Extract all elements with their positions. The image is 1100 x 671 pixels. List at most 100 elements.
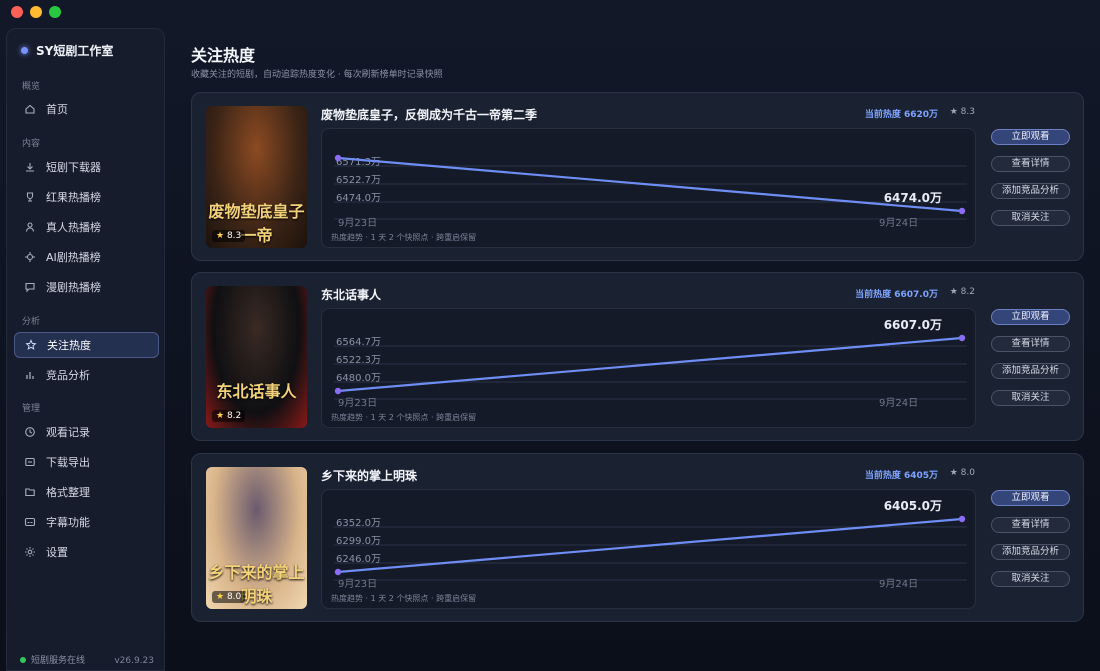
page-title: 关注热度 xyxy=(191,46,256,65)
star-icon xyxy=(25,339,37,351)
brand-dot-icon xyxy=(21,47,28,54)
add-competitor-button[interactable]: 添加竞品分析 xyxy=(991,544,1070,560)
service-status-text: 短剧服务在线 xyxy=(31,656,86,666)
end-value-label: 6405.0万 xyxy=(884,499,942,513)
app-version: v26.9.23 xyxy=(114,656,154,666)
subtitle-icon xyxy=(24,516,36,528)
drama-title: 乡下来的掌上明珠 xyxy=(321,469,418,483)
data-point xyxy=(958,515,966,523)
gear-icon xyxy=(24,546,36,558)
poster-rating-badge: ★ 8.2 xyxy=(212,410,246,422)
sidebar-item-trophy[interactable]: 红果热播榜 xyxy=(14,184,159,210)
view-details-button[interactable]: 查看详情 xyxy=(991,336,1070,352)
poster-rating: 8.2 xyxy=(226,411,242,421)
watch-now-button[interactable]: 立即观看 xyxy=(991,490,1070,506)
card-actions: 立即观看 查看详情 添加竞品分析 取消关注 xyxy=(991,490,1070,587)
current-heat: 当前热度 6620万 xyxy=(864,110,938,120)
app-window: SY短剧工作室 概览 首页 内容 短剧下载器 红果热播榜 真人热播榜 AI剧热播榜 漫剧热播榜… xyxy=(0,0,1100,671)
add-competitor-button[interactable]: 添加竞品分析 xyxy=(991,183,1070,199)
x-tick-label: 9月24日 xyxy=(879,397,918,409)
sidebar-item-home[interactable]: 首页 xyxy=(14,96,159,122)
drama-poster[interactable]: 废物垫底皇子一帝 ★ 8.3 xyxy=(206,106,307,248)
sidebar-item-export[interactable]: 下载导出 xyxy=(14,449,159,475)
drama-title: 东北话事人 xyxy=(321,288,382,302)
drama-score-value: 8.3 xyxy=(960,107,975,117)
data-point xyxy=(958,207,966,215)
sidebar-item-chip[interactable]: AI剧热播榜 xyxy=(14,244,159,270)
sidebar-item-clock[interactable]: 观看记录 xyxy=(14,419,159,445)
add-competitor-button[interactable]: 添加竞品分析 xyxy=(991,363,1070,379)
star-icon: ★ xyxy=(216,411,225,421)
watch-now-button[interactable]: 立即观看 xyxy=(991,309,1070,325)
drama-title: 废物垫底皇子，反倒成为千古一帝第二季 xyxy=(321,108,538,122)
poster-rating: 8.3 xyxy=(226,231,242,241)
status-dot-icon xyxy=(20,656,26,663)
sidebar-item-label: 下载导出 xyxy=(46,456,90,469)
y-tick-label: 6352.0万 xyxy=(336,518,381,529)
poster-rating-badge: ★ 8.0 xyxy=(212,591,246,603)
poster-rating-badge: ★ 8.3 xyxy=(212,230,246,242)
view-details-button[interactable]: 查看详情 xyxy=(991,156,1070,172)
sidebar-item-label: AI剧热播榜 xyxy=(46,251,101,264)
star-icon: ★ xyxy=(216,592,225,602)
heat-trend-svg: 6571.3万6522.7万6474.0万9月23日 9月24日6474.0万 xyxy=(334,154,967,229)
sidebar-item-subtitle[interactable]: 字幕功能 xyxy=(14,509,159,535)
sidebar-item-comment[interactable]: 漫剧热播榜 xyxy=(14,274,159,300)
download-icon xyxy=(24,161,36,173)
chart-note: 热度趋势 · 1 天 2 个快照点 · 跨重启保留 xyxy=(331,233,477,242)
unfollow-button[interactable]: 取消关注 xyxy=(991,571,1070,587)
heat-trend-chart: 6571.3万 6522.7万 6474.0万 9月23日 9月24日 6474.0万 热… xyxy=(321,128,976,248)
export-icon xyxy=(24,456,36,468)
drama-score: ★ 8.3 xyxy=(950,107,975,117)
end-value-label: 6607.0万 xyxy=(884,318,942,332)
sidebar-section-label: 概览 xyxy=(22,82,41,92)
data-point xyxy=(334,154,342,162)
bar-chart-icon xyxy=(24,369,36,381)
current-heat: 当前热度 6405万 xyxy=(864,471,938,481)
sidebar-item-label: 首页 xyxy=(46,103,68,116)
sidebar-item-label: 设置 xyxy=(46,546,68,559)
y-tick-label: 6246.0万 xyxy=(336,554,381,565)
sidebar-section-label: 分析 xyxy=(22,317,41,327)
y-tick-label: 6299.0万 xyxy=(336,536,381,547)
minimize-window-button[interactable] xyxy=(30,6,42,18)
sidebar-item-label: 格式整理 xyxy=(46,486,90,499)
drama-poster[interactable]: 乡下来的掌上明珠 ★ 8.0 xyxy=(206,467,307,609)
drama-score: ★ 8.2 xyxy=(950,287,975,297)
data-point xyxy=(334,568,342,576)
poster-rating: 8.0 xyxy=(226,592,242,602)
y-tick-label: 6564.7万 xyxy=(336,337,381,348)
followed-drama-card: 东北话事人 ★ 8.2 东北话事人 当前热度 6607.0万 ★ 8.2 656… xyxy=(191,272,1084,441)
trophy-icon xyxy=(24,191,36,203)
chart-note: 热度趋势 · 1 天 2 个快照点 · 跨重启保留 xyxy=(331,594,477,603)
window-controls xyxy=(11,6,61,18)
sidebar-item-star[interactable]: 关注热度 xyxy=(14,332,159,358)
sidebar-item-gear[interactable]: 设置 xyxy=(14,539,159,565)
data-point xyxy=(958,334,966,342)
sidebar-item-download[interactable]: 短剧下载器 xyxy=(14,154,159,180)
brand-name: SY短剧工作室 xyxy=(36,44,114,58)
drama-poster[interactable]: 东北话事人 ★ 8.2 xyxy=(206,286,307,428)
sidebar-item-label: 红果热播榜 xyxy=(46,191,101,204)
sidebar-item-label: 关注热度 xyxy=(47,339,91,352)
sidebar-item-user[interactable]: 真人热播榜 xyxy=(14,214,159,240)
maximize-window-button[interactable] xyxy=(49,6,61,18)
unfollow-button[interactable]: 取消关注 xyxy=(991,390,1070,406)
x-tick-label: 9月24日 xyxy=(879,217,918,229)
brand: SY短剧工作室 xyxy=(21,42,113,59)
sidebar-item-label: 字幕功能 xyxy=(46,516,90,529)
sidebar-item-folder[interactable]: 格式整理 xyxy=(14,479,159,505)
star-icon: ★ xyxy=(216,231,225,241)
sidebar-item-bar-chart[interactable]: 竞品分析 xyxy=(14,362,159,388)
y-tick-label: 6480.0万 xyxy=(336,373,381,384)
close-window-button[interactable] xyxy=(11,6,23,18)
view-details-button[interactable]: 查看详情 xyxy=(991,517,1070,533)
service-status: 短剧服务在线 xyxy=(20,653,85,666)
sidebar-item-label: 真人热播榜 xyxy=(46,221,101,234)
drama-score: ★ 8.0 xyxy=(950,468,975,478)
watch-now-button[interactable]: 立即观看 xyxy=(991,129,1070,145)
card-actions: 立即观看 查看详情 添加竞品分析 取消关注 xyxy=(991,129,1070,226)
unfollow-button[interactable]: 取消关注 xyxy=(991,210,1070,226)
y-tick-label: 6522.3万 xyxy=(336,355,381,366)
sidebar-item-label: 竞品分析 xyxy=(46,369,90,382)
